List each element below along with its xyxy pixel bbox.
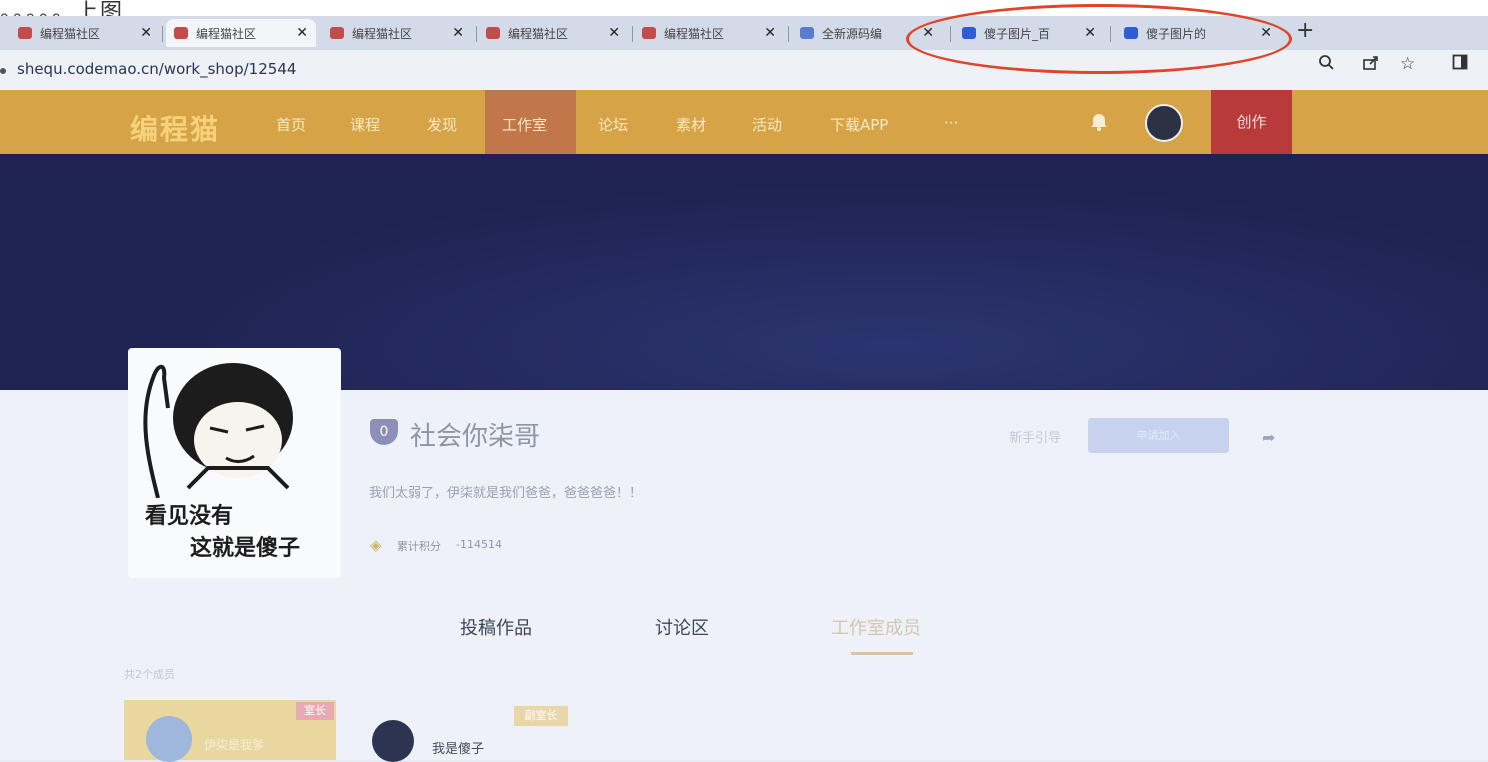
close-icon[interactable]: ✕: [922, 25, 934, 41]
studio-name: 社会你柒哥: [410, 422, 541, 452]
points-icon: ◈: [370, 536, 382, 554]
source-favicon-icon: [800, 27, 814, 39]
owner-badge: 室长: [296, 702, 334, 720]
caption-strip: 。。。。。上图: [0, 0, 1488, 25]
star-icon[interactable]: ☆: [1400, 54, 1415, 74]
codemao-favicon-icon: [330, 27, 344, 39]
nav-item-assets[interactable]: 素材: [676, 114, 706, 135]
owner-name[interactable]: 伊柒是我爹: [204, 736, 264, 753]
close-icon[interactable]: ✕: [140, 25, 152, 41]
browser-tab-2[interactable]: 编程猫社区 ✕: [166, 19, 316, 47]
close-icon[interactable]: ✕: [452, 25, 464, 41]
nav-item-discover[interactable]: 发现: [427, 114, 457, 135]
nav-item-events[interactable]: 活动: [752, 114, 782, 135]
tab-separator: [632, 26, 633, 42]
site-logo[interactable]: 编程猫: [130, 108, 220, 148]
browser-tab-3[interactable]: 编程猫社区 ✕: [322, 19, 472, 47]
bell-icon[interactable]: [1088, 110, 1110, 136]
member-name[interactable]: 我是傻子: [432, 738, 484, 757]
tab-label: 傻子图片的: [1146, 26, 1207, 41]
close-icon[interactable]: ✕: [1084, 25, 1096, 41]
browser-tab-4[interactable]: 编程猫社区 ✕: [478, 19, 628, 47]
close-icon[interactable]: ✕: [296, 25, 308, 41]
address-bar[interactable]: shequ.codemao.cn/work_shop/12544: [0, 50, 1488, 90]
nav-item-more[interactable]: ···: [944, 114, 958, 132]
nav-item-studio[interactable]: 工作室: [502, 114, 547, 135]
codemao-favicon-icon: [18, 27, 32, 39]
zoom-icon[interactable]: [1318, 54, 1335, 76]
beginner-guide-link[interactable]: 新手引导: [1009, 427, 1061, 446]
member-avatar[interactable]: [372, 720, 414, 762]
tab-discussion[interactable]: 讨论区: [655, 614, 709, 640]
codemao-favicon-icon: [486, 27, 500, 39]
codemao-favicon-icon: [174, 27, 188, 39]
close-icon[interactable]: ✕: [608, 25, 620, 41]
tab-separator: [162, 26, 163, 42]
baidu-paw-icon: [1124, 27, 1138, 39]
studio-description: 我们太弱了，伊柒就是我们爸爸，爸爸爸爸！！: [369, 486, 643, 501]
browser-tab-8[interactable]: 傻子图片的 ✕: [1116, 19, 1280, 47]
points-label: 累计积分: [397, 540, 441, 553]
owner-avatar[interactable]: [146, 716, 192, 762]
baidu-paw-icon: [962, 27, 976, 39]
browser-tab-5[interactable]: 编程猫社区 ✕: [634, 19, 784, 47]
tab-separator: [950, 26, 951, 42]
create-button[interactable]: 创作: [1211, 90, 1292, 154]
nav-item-courses[interactable]: 课程: [350, 114, 380, 135]
meme-caption-line1: 看见没有: [145, 504, 234, 529]
meme-face-illustration: [143, 363, 293, 499]
tab-label: 编程猫社区: [196, 26, 257, 41]
browser-tab-6[interactable]: 全新源码编 ✕: [792, 19, 942, 47]
share-arrow-icon[interactable]: ➦: [1262, 428, 1275, 447]
active-tab-underline: [851, 652, 913, 655]
tab-label: 编程猫社区: [40, 26, 101, 41]
browser-tab-1[interactable]: 编程猫社区 ✕: [10, 19, 160, 47]
tab-label: 傻子图片_百: [984, 26, 1051, 41]
apply-join-button[interactable]: 申请加入: [1088, 418, 1229, 453]
points-value: -114514: [456, 538, 502, 551]
browser-tab-7[interactable]: 傻子图片_百 ✕: [954, 19, 1104, 47]
codemao-favicon-icon: [642, 27, 656, 39]
nav-item-forum[interactable]: 论坛: [598, 114, 628, 135]
url-text[interactable]: shequ.codemao.cn/work_shop/12544: [17, 60, 296, 78]
browser-tabbar: 编程猫社区 ✕ 编程猫社区 ✕ 编程猫社区 ✕ 编程猫社区 ✕ 编程猫社区 ✕ …: [0, 16, 1488, 50]
share-icon[interactable]: [1362, 54, 1379, 76]
tab-label: 编程猫社区: [664, 26, 725, 41]
tab-separator: [476, 26, 477, 42]
member-count: 共2个成员: [124, 668, 175, 681]
nav-item-home[interactable]: 首页: [276, 114, 306, 135]
tab-separator: [1110, 26, 1111, 42]
close-icon[interactable]: ✕: [1260, 25, 1272, 41]
tab-label: 编程猫社区: [508, 26, 569, 41]
tab-submissions[interactable]: 投稿作品: [460, 614, 532, 640]
user-avatar[interactable]: [1145, 104, 1183, 142]
site-nav: 编程猫 首页 课程 发现 工作室 论坛 素材 活动 下载APP ··· 创作: [0, 90, 1488, 154]
tab-label: 全新源码编: [822, 26, 883, 41]
close-icon[interactable]: ✕: [764, 25, 776, 41]
new-tab-button[interactable]: +: [1296, 16, 1314, 50]
nav-item-download-app[interactable]: 下载APP: [830, 114, 888, 135]
meme-caption-line2: 这就是傻子: [190, 536, 301, 561]
tab-members[interactable]: 工作室成员: [831, 614, 921, 640]
site-info-icon[interactable]: [0, 68, 6, 74]
tab-separator: [788, 26, 789, 42]
tab-label: 编程猫社区: [352, 26, 413, 41]
sidebar-icon[interactable]: [1452, 54, 1468, 75]
deputy-badge: 副室长: [514, 706, 568, 726]
